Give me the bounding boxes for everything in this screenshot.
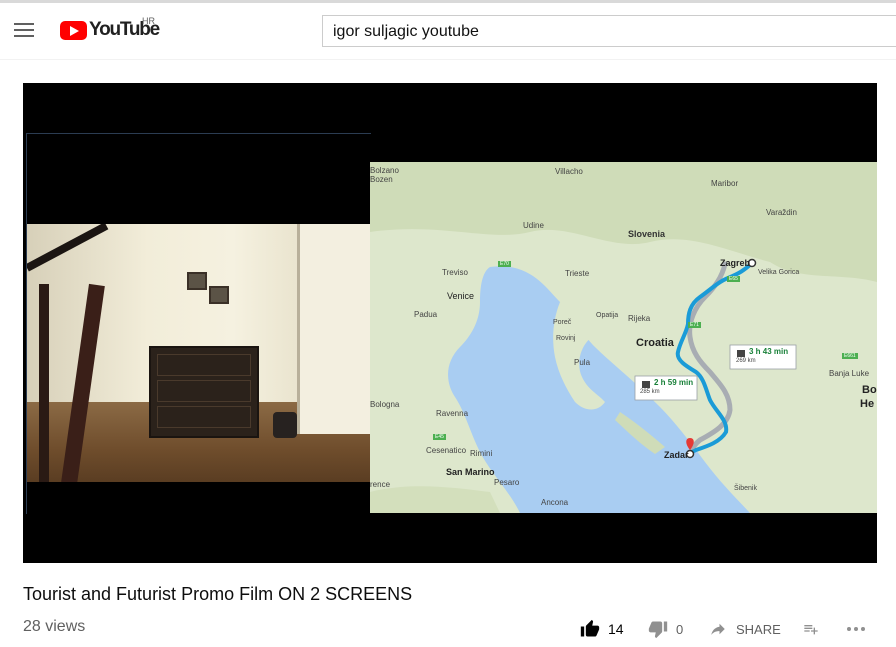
map-label-slovenia: Slovenia <box>628 229 666 239</box>
map-label-san-marino: San Marino <box>446 467 495 477</box>
map-label-trieste: Trieste <box>565 269 590 278</box>
video-player[interactable]: Bolzano Bozen Villacho Maribor Varaždin … <box>23 83 877 563</box>
map-labels: Bolzano Bozen Villacho Maribor Varaždin … <box>370 162 877 513</box>
map-label-bozen: Bozen <box>370 175 393 184</box>
map-label-bolzano: Bolzano <box>370 166 399 175</box>
route-time-primary: 2 h 59 min <box>654 378 694 387</box>
map-label-cesenatico: Cesenatico <box>426 446 467 455</box>
more-actions-button[interactable] <box>846 618 866 640</box>
map-label-bologna: Bologna <box>370 400 400 409</box>
map-label-opatija: Opatija <box>596 312 619 319</box>
route-distance-primary: 285 km <box>640 389 660 395</box>
thumb-down-icon <box>648 621 668 639</box>
more-horiz-icon <box>847 627 865 631</box>
route-distance-alt: 269 km <box>736 358 756 364</box>
picture-frame <box>209 286 229 304</box>
hamburger-menu-icon[interactable] <box>14 23 34 39</box>
map-label-ancona: Ancona <box>541 498 569 507</box>
youtube-play-icon <box>60 21 87 40</box>
road-shield-e45: E45 <box>433 434 446 440</box>
map-label-sibenik: Šibenik <box>734 485 757 492</box>
road-shield-e71: E71 <box>688 322 701 328</box>
map-label-rimini: Rimini <box>470 449 493 458</box>
view-count: 28 views <box>23 618 86 635</box>
map-label-zagreb: Zagreb <box>720 258 751 268</box>
share-button[interactable]: SHARE <box>708 618 781 640</box>
road-shield-e661: E661 <box>842 353 858 359</box>
road-shield-e65: E65 <box>727 276 740 282</box>
map-label-velika-gorica: Velika Gorica <box>758 269 800 276</box>
map-label-udine: Udine <box>523 221 544 230</box>
map-label-he: He <box>860 398 875 410</box>
map-label-treviso: Treviso <box>442 268 468 277</box>
dresser <box>149 346 259 438</box>
road-shield-e70: E70 <box>498 261 511 267</box>
playlist-add-icon <box>804 625 818 635</box>
map-label-croatia: Croatia <box>636 337 674 349</box>
search-query: igor suljagic youtube <box>333 23 479 40</box>
camera-screen <box>26 133 371 514</box>
thumb-up-icon <box>580 619 600 637</box>
share-icon <box>711 623 725 635</box>
map-label-zadar: Zadar <box>664 450 689 460</box>
stair-post <box>39 284 49 482</box>
save-to-playlist-button[interactable] <box>802 618 820 640</box>
room-door <box>297 224 371 434</box>
map-label-bo: Bo <box>862 384 877 396</box>
share-label: SHARE <box>736 621 781 637</box>
map-label-pesaro: Pesaro <box>494 478 520 487</box>
like-button[interactable]: 14 <box>580 618 624 640</box>
search-input[interactable]: igor suljagic youtube <box>322 15 896 47</box>
map-label-porec: Poreč <box>553 319 572 326</box>
map-label-banja-luka: Banja Luke <box>829 369 870 378</box>
like-count: 14 <box>608 621 624 637</box>
map-label-villacho: Villacho <box>555 167 583 176</box>
picture-frame <box>187 272 207 290</box>
room-footage <box>27 224 371 482</box>
dislike-count: 0 <box>676 621 684 637</box>
waste-bin <box>273 412 297 438</box>
dislike-button[interactable]: 0 <box>648 618 683 640</box>
map-label-varazdin: Varaždin <box>766 208 797 217</box>
map-label-pula: Pula <box>574 358 591 367</box>
map-label-ravenna: Ravenna <box>436 409 469 418</box>
video-title: Tourist and Futurist Promo Film ON 2 SCR… <box>23 584 413 604</box>
map-label-rovinj: Rovinj <box>556 335 576 342</box>
drawer <box>157 380 251 402</box>
drawer <box>157 406 251 428</box>
masthead-divider <box>0 59 896 60</box>
map-label-rijeka: Rijeka <box>628 314 651 323</box>
route-time-alt: 3 h 43 min <box>749 347 789 356</box>
masthead: YouTube HR igor suljagic youtube <box>0 3 896 59</box>
drawer <box>157 354 251 376</box>
map-label-maribor: Maribor <box>711 179 739 188</box>
map-screen: Bolzano Bozen Villacho Maribor Varaždin … <box>370 162 877 513</box>
map-label-venice: Venice <box>447 291 475 301</box>
region-code: HR <box>142 16 155 26</box>
map-label-florence: rence <box>370 480 391 489</box>
map-label-padua: Padua <box>414 310 438 319</box>
